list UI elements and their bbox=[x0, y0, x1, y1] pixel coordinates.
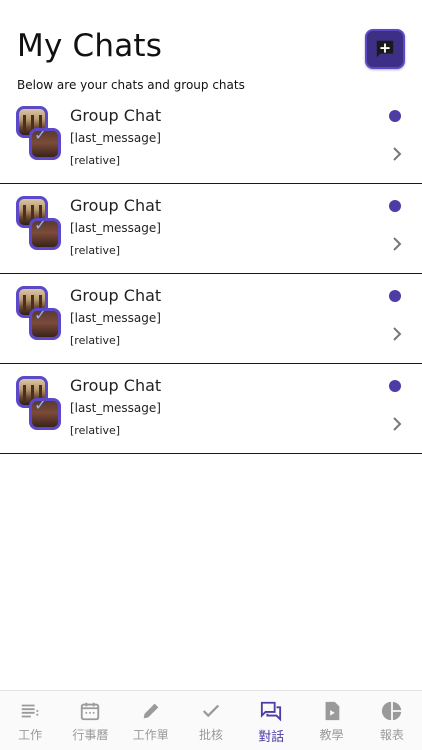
chat-name: Group Chat bbox=[70, 196, 162, 215]
tab-label: 對話 bbox=[258, 730, 285, 745]
tab-label: 行事曆 bbox=[72, 728, 109, 742]
chat-name: Group Chat bbox=[70, 376, 162, 395]
chat-name: Group Chat bbox=[70, 286, 162, 305]
tab-label: 批核 bbox=[198, 728, 223, 742]
chat-timestamp: [relative] bbox=[70, 244, 121, 257]
chat-timestamp: [relative] bbox=[70, 154, 121, 167]
chat-list: ✓ Group Chat [last_message] [relative] ✓… bbox=[0, 94, 422, 454]
chevron-right-icon bbox=[393, 237, 402, 251]
chat-row[interactable]: ✓ Group Chat [last_message] [relative] bbox=[0, 184, 422, 274]
avatar: ✓ bbox=[29, 218, 61, 250]
check-icon bbox=[202, 704, 220, 718]
group-avatar: ✓ bbox=[16, 106, 64, 162]
tab-work[interactable]: 工作 bbox=[0, 691, 60, 750]
chat-row[interactable]: ✓ Group Chat [last_message] [relative] bbox=[0, 94, 422, 184]
chat-last-message: [last_message] bbox=[70, 131, 161, 145]
unread-indicator bbox=[389, 290, 401, 302]
pie-chart-icon bbox=[381, 701, 401, 721]
tab-tutorial[interactable]: 教學 bbox=[301, 691, 361, 750]
chat-timestamp: [relative] bbox=[70, 334, 121, 347]
bottom-tab-bar: 工作 行事曆 工作單 批核 對話 教學 報表 bbox=[0, 690, 422, 750]
chevron-right-icon bbox=[393, 327, 402, 341]
chevron-right-icon bbox=[393, 147, 402, 161]
tab-label: 教學 bbox=[319, 728, 344, 742]
chat-timestamp: [relative] bbox=[70, 424, 121, 437]
page-title: My Chats bbox=[17, 28, 163, 64]
header: My Chats Below are your chats and group … bbox=[0, 0, 422, 100]
tab-work-order[interactable]: 工作單 bbox=[121, 691, 181, 750]
tab-report[interactable]: 報表 bbox=[362, 691, 422, 750]
chat-name: Group Chat bbox=[70, 106, 162, 125]
avatar: ✓ bbox=[29, 128, 61, 160]
chat-last-message: [last_message] bbox=[70, 311, 161, 325]
unread-indicator bbox=[389, 380, 401, 392]
chat-row[interactable]: ✓ Group Chat [last_message] [relative] bbox=[0, 364, 422, 454]
tab-approval[interactable]: 批核 bbox=[181, 691, 241, 750]
chat-row[interactable]: ✓ Group Chat [last_message] [relative] bbox=[0, 274, 422, 364]
new-chat-button[interactable] bbox=[365, 29, 405, 69]
tab-chat[interactable]: 對話 bbox=[241, 691, 301, 750]
unread-indicator bbox=[389, 200, 401, 212]
avatar: ✓ bbox=[29, 308, 61, 340]
tab-label: 工作單 bbox=[132, 728, 169, 742]
page-subtitle: Below are your chats and group chats bbox=[17, 78, 245, 92]
unread-indicator bbox=[389, 110, 401, 122]
group-avatar: ✓ bbox=[16, 286, 64, 342]
video-file-icon bbox=[325, 701, 339, 721]
tab-label: 報表 bbox=[379, 728, 404, 742]
group-avatar: ✓ bbox=[16, 196, 64, 252]
calendar-icon bbox=[81, 702, 100, 721]
add-comment-icon bbox=[376, 40, 394, 58]
chevron-right-icon bbox=[393, 417, 402, 431]
chat-last-message: [last_message] bbox=[70, 221, 161, 235]
group-avatar: ✓ bbox=[16, 376, 64, 432]
tab-label: 工作 bbox=[18, 728, 43, 742]
avatar: ✓ bbox=[29, 398, 61, 430]
pencil-icon bbox=[143, 703, 159, 719]
chat-last-message: [last_message] bbox=[70, 401, 161, 415]
chat-icon bbox=[261, 701, 282, 722]
tab-calendar[interactable]: 行事曆 bbox=[60, 691, 120, 750]
list-icon bbox=[21, 704, 39, 718]
